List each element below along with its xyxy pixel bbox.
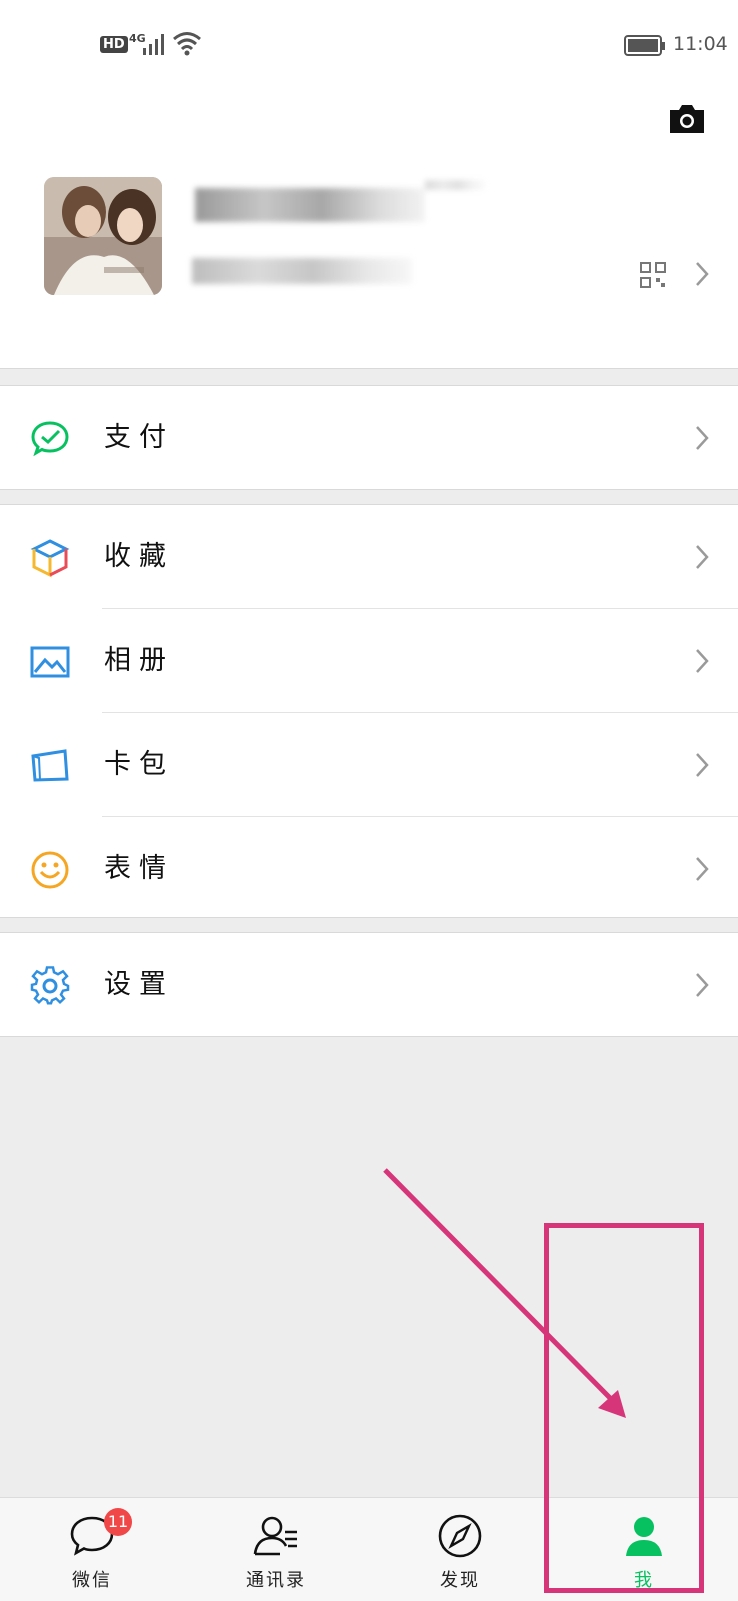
tab-discover[interactable]: 发现: [368, 1498, 552, 1601]
contacts-icon: [253, 1516, 297, 1556]
tab-label-contacts: 通讯录: [246, 1570, 306, 1591]
tab-label-chats: 微信: [72, 1570, 112, 1591]
highlight-box: [544, 1223, 704, 1593]
unread-badge: 11: [104, 1508, 132, 1536]
compass-icon: [438, 1514, 482, 1558]
tab-label-discover: 发现: [440, 1570, 480, 1591]
tab-chats[interactable]: 11 微信: [0, 1498, 184, 1601]
tab-contacts[interactable]: 通讯录: [184, 1498, 368, 1601]
